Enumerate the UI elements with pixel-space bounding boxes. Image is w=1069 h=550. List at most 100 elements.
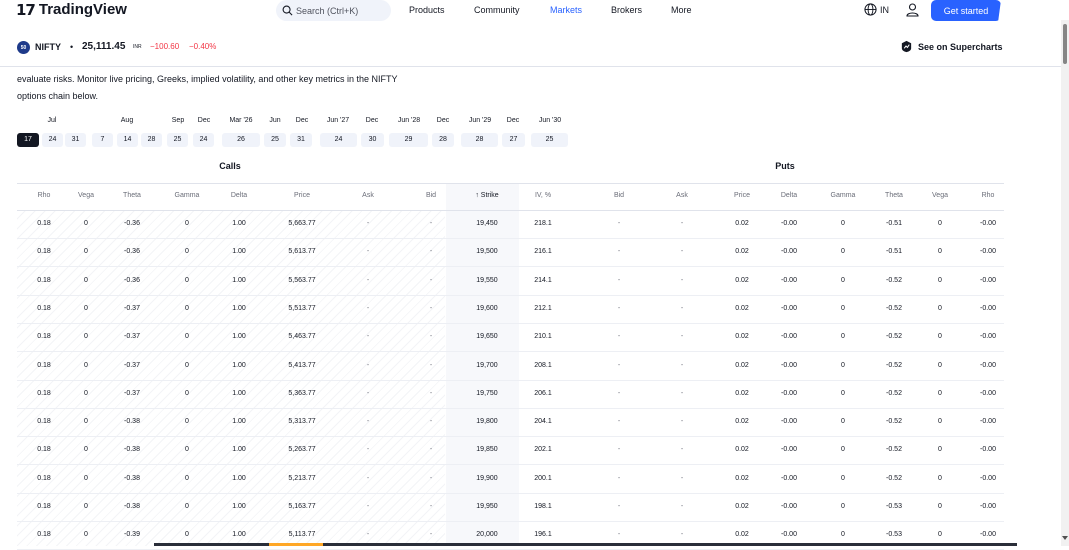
column-header-put-theta[interactable]: Theta	[885, 192, 903, 199]
put-delta-cell: -0.00	[781, 531, 797, 539]
put-theta-cell: -0.53	[886, 531, 902, 539]
put-gamma-cell: 0	[841, 248, 845, 256]
expiration-day[interactable]: 24	[193, 133, 214, 147]
strike-cell: 19,700	[476, 361, 498, 369]
get-started-button[interactable]: Get started	[931, 0, 1001, 21]
table-row[interactable]: 0.18 0 -0.38 0 1.00 5,213.77- -19,900 200.1- -0.…	[17, 465, 1004, 494]
put-vega-cell: 0	[938, 304, 942, 312]
table-row[interactable]: 0.18 0 -0.38 0 1.00 5,263.77- -19,850 202.1- -0.…	[17, 436, 1004, 466]
column-header-call-vega[interactable]: Vega	[78, 192, 94, 199]
call-gamma-cell: 0	[185, 304, 189, 312]
table-row[interactable]: 0.18 0 -0.36 0 1.00 5,663.77- -19,450 218.1- -0.…	[17, 210, 1004, 239]
expiration-day[interactable]: 29	[389, 133, 428, 147]
scrollbar-thumb[interactable]	[1063, 24, 1067, 64]
region-selector[interactable]: IN	[864, 3, 889, 16]
column-header-call-price[interactable]: Price	[294, 192, 310, 199]
call-vega-cell: 0	[84, 220, 88, 227]
call-theta-cell: -0.37	[124, 361, 140, 369]
expiration-day[interactable]: 24	[42, 133, 63, 147]
expiration-day[interactable]: 27	[502, 133, 525, 147]
column-header-put-gamma[interactable]: Gamma	[831, 192, 856, 199]
call-rho-cell: 0.18	[37, 418, 51, 426]
month-label: Dec	[295, 117, 309, 124]
call-bid-cell: -	[429, 446, 433, 454]
call-ask-cell: -	[366, 361, 370, 369]
column-header-put-delta[interactable]: Delta	[781, 192, 797, 199]
nav-brokers[interactable]: Brokers	[611, 5, 642, 16]
table-header: Rho Vega Theta Gamma Delta Price Ask Bid ↑ Strik…	[17, 183, 1004, 211]
scroll-down-arrow-icon[interactable]	[1062, 536, 1068, 540]
put-gamma-cell: 0	[841, 304, 845, 312]
table-row[interactable]: 0.18 0 -0.37 0 1.00 5,463.77- -19,650 210.1- -0.…	[17, 323, 1004, 353]
call-ask-cell: -	[366, 418, 370, 426]
column-header-put-vega[interactable]: Vega	[932, 192, 948, 199]
expiration-day[interactable]: 25	[531, 133, 568, 147]
region-label: IN	[880, 4, 889, 15]
see-on-supercharts-link[interactable]: See on Supercharts	[900, 40, 1003, 53]
call-vega-cell: 0	[84, 418, 88, 426]
put-delta-cell: -0.00	[781, 418, 797, 426]
expiration-day[interactable]: 31	[65, 133, 86, 147]
table-row[interactable]: 0.18 0 -0.36 0 1.00 5,613.77- -19,500 216.1- -0.…	[17, 238, 1004, 268]
put-gamma-cell: 0	[841, 333, 845, 341]
expiration-day[interactable]: 30	[361, 133, 384, 147]
column-header-strike[interactable]: ↑ Strike	[475, 192, 498, 199]
nav-markets[interactable]: Markets	[550, 5, 582, 16]
expiration-day[interactable]: 24	[320, 133, 357, 147]
put-delta-cell: -0.00	[781, 248, 797, 256]
expiration-day[interactable]: 14	[117, 133, 138, 147]
call-price-cell: 5,513.77	[288, 304, 316, 312]
call-bid-cell: -	[429, 531, 433, 539]
expiration-day[interactable]: 26	[222, 133, 260, 147]
column-header-call-gamma[interactable]: Gamma	[175, 192, 200, 199]
put-vega-cell: 0	[938, 418, 942, 426]
column-header-put-rho[interactable]: Rho	[982, 192, 995, 199]
expiration-day[interactable]: 31	[290, 133, 312, 147]
call-theta-cell: -0.38	[124, 418, 140, 426]
expiration-day[interactable]: 28	[141, 133, 162, 147]
symbol-name[interactable]: NIFTY	[35, 42, 61, 52]
nav-more[interactable]: More	[671, 5, 692, 16]
nav-community[interactable]: Community	[474, 5, 520, 16]
search-box[interactable]	[276, 0, 391, 21]
table-row[interactable]: 0.18 0 -0.36 0 1.00 5,563.77- -19,550 214.1- -0.…	[17, 267, 1004, 296]
expiration-day-selected[interactable]: 17	[17, 133, 39, 147]
column-header-put-price[interactable]: Price	[734, 192, 750, 199]
expiration-day[interactable]: 25	[167, 133, 188, 147]
iv-cell: 202.1	[534, 446, 552, 454]
expiration-day[interactable]: 7	[92, 133, 113, 147]
call-bid-cell: -	[429, 220, 433, 227]
call-delta-cell: 1.00	[232, 503, 246, 510]
column-header-put-bid[interactable]: Bid	[614, 192, 624, 199]
symbol-change-percent: −0.40%	[189, 42, 217, 51]
column-header-call-theta[interactable]: Theta	[123, 192, 141, 199]
column-header-put-ask[interactable]: Ask	[676, 192, 688, 199]
strike-cell: 19,900	[476, 474, 498, 482]
strike-cell: 19,600	[476, 304, 498, 312]
iv-cell: 214.1	[534, 276, 552, 284]
expiration-day[interactable]: 28	[461, 133, 498, 147]
table-row[interactable]: 0.18 0 -0.37 0 1.00 5,513.77- -19,600 212.1- -0.…	[17, 295, 1004, 324]
month-label: Sep	[171, 117, 185, 124]
put-price-cell: 0.02	[735, 531, 749, 539]
symbol-separator: •	[70, 42, 74, 52]
nav-products[interactable]: Products	[409, 5, 445, 16]
table-row[interactable]: 0.18 0 -0.37 0 1.00 5,413.77- -19,700 208.1- -0.…	[17, 352, 1004, 381]
vertical-scrollbar[interactable]	[1061, 20, 1069, 546]
column-header-call-bid[interactable]: Bid	[426, 192, 436, 199]
table-row[interactable]: 0.18 0 -0.38 0 1.00 5,163.77- -19,950 198.1- -0.…	[17, 493, 1004, 522]
column-header-call-delta[interactable]: Delta	[231, 192, 247, 199]
column-header-call-rho[interactable]: Rho	[38, 192, 51, 199]
table-row[interactable]: 0.18 0 -0.38 0 1.00 5,313.77- -19,800 204.1- -0.…	[17, 408, 1004, 438]
tradingview-logo[interactable]: 17 TradingView	[16, 1, 127, 19]
search-input[interactable]	[296, 5, 376, 16]
column-header-iv[interactable]: IV, %	[535, 192, 551, 199]
expiration-day[interactable]: 25	[264, 133, 286, 147]
put-vega-cell: 0	[938, 220, 942, 227]
month-label: Dec	[506, 117, 520, 124]
expiration-day[interactable]: 28	[432, 133, 454, 147]
column-header-call-ask[interactable]: Ask	[362, 192, 374, 199]
call-rho-cell: 0.18	[37, 531, 51, 539]
user-menu[interactable]	[906, 3, 919, 17]
table-row[interactable]: 0.18 0 -0.37 0 1.00 5,363.77- -19,750 206.1- -0.…	[17, 380, 1004, 409]
